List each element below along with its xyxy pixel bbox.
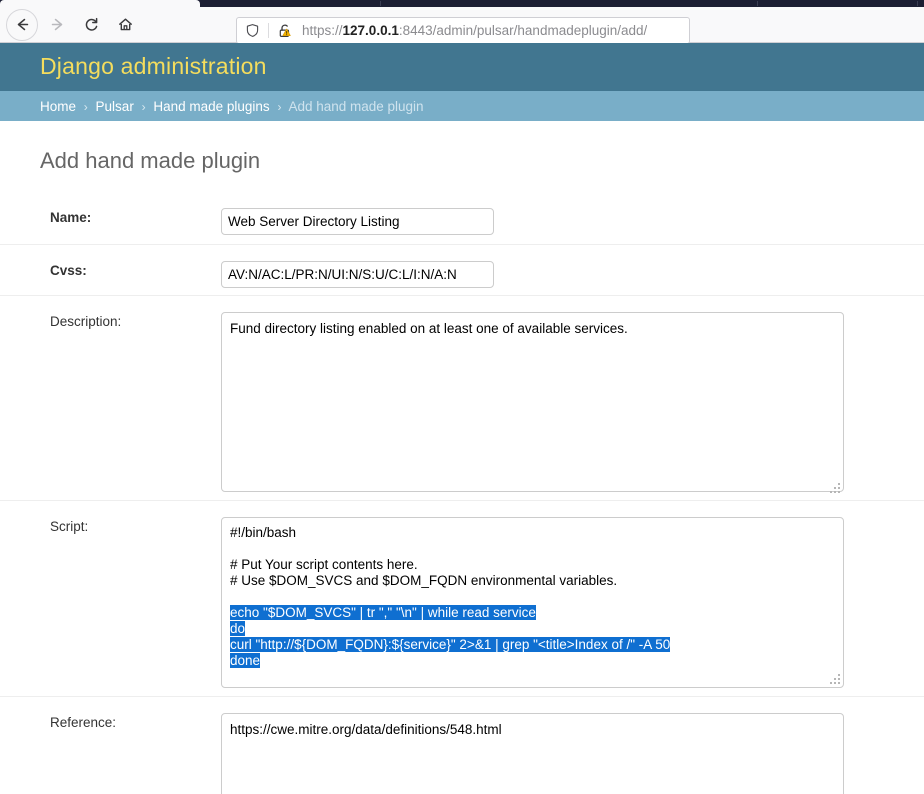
label-script: Script: (50, 519, 89, 534)
browser-tab-strip[interactable] (0, 0, 924, 7)
breadcrumb-item-hand-made-plugins[interactable]: Hand made plugins (153, 99, 269, 114)
label-reference: Reference: (50, 715, 117, 730)
script-line: # Put Your script contents here. (230, 557, 418, 572)
form-row-description: Description: Fund directory listing enab… (0, 295, 924, 500)
form-row-cvss: Cvss: (0, 244, 924, 295)
script-textarea-wrapper: #!/bin/bash # Put Your script contents h… (221, 517, 844, 688)
insecure-warning-lock-icon[interactable] (277, 23, 293, 39)
reload-button-icon[interactable] (76, 10, 106, 40)
selected-text: echo "$DOM_SVCS" | tr "," "\n" | while r… (230, 605, 536, 620)
script-line (230, 541, 835, 557)
script-line: do (230, 621, 835, 637)
breadcrumb-separator: › (277, 99, 282, 114)
reference-textarea[interactable]: https://cwe.mitre.org/data/definitions/5… (221, 713, 844, 794)
back-button-icon[interactable] (6, 8, 38, 41)
tracking-protection-shield-icon[interactable] (245, 23, 260, 38)
django-admin-header: Django administration (0, 43, 924, 91)
url-host: 127.0.0.1 (342, 23, 399, 38)
site-branding-title[interactable]: Django administration (40, 53, 267, 80)
browser-tab-active[interactable] (0, 0, 200, 7)
tab-separator (917, 1, 918, 6)
main-content: Add hand made plugin Name: Cvss: Descrip… (0, 121, 924, 794)
home-button-icon[interactable] (110, 10, 140, 40)
label-description: Description: (50, 314, 122, 329)
description-textarea[interactable]: Fund directory listing enabled on at lea… (221, 312, 844, 492)
url-path: :8443/admin/pulsar/handmadeplugin/add/ (398, 23, 648, 38)
browser-toolbar: https://127.0.0.1:8443/admin/pulsar/hand… (0, 7, 924, 44)
breadcrumb-item-current: Add hand made plugin (288, 98, 424, 114)
label-name: Name: (50, 210, 92, 225)
breadcrumb-separator: › (141, 99, 146, 114)
page-title: Add hand made plugin (40, 148, 261, 173)
script-line: # Use $DOM_SVCS and $DOM_FQDN environmen… (230, 573, 618, 588)
form-row-reference: Reference: https://cwe.mitre.org/data/de… (0, 696, 924, 794)
description-textarea-wrapper: Fund directory listing enabled on at lea… (221, 312, 844, 497)
selected-text: do (230, 621, 246, 636)
address-bar-url[interactable]: https://127.0.0.1:8443/admin/pulsar/hand… (302, 23, 647, 38)
hand-made-plugin-form: Name: Cvss: Description: Fund directory … (0, 192, 924, 794)
script-line: #!/bin/bash (230, 525, 297, 540)
breadcrumb-item-pulsar[interactable]: Pulsar (96, 99, 134, 114)
selected-text: done (230, 653, 261, 668)
form-row-script: Script: #!/bin/bash # Put Your script co… (0, 500, 924, 696)
address-bar-divider (268, 23, 269, 38)
breadcrumb: Home › Pulsar › Hand made plugins › Add … (0, 91, 924, 121)
reference-textarea-wrapper: https://cwe.mitre.org/data/definitions/5… (221, 713, 844, 794)
tab-separator (757, 1, 758, 6)
forward-button-icon (42, 10, 72, 40)
breadcrumb-item-home[interactable]: Home (40, 99, 76, 114)
script-line: done (230, 653, 835, 669)
script-textarea[interactable]: #!/bin/bash # Put Your script contents h… (221, 517, 844, 688)
script-line: curl "http://${DOM_FQDN}:${service}" 2>&… (230, 637, 835, 653)
script-line (230, 589, 835, 605)
breadcrumb-separator: › (83, 99, 88, 114)
form-row-name: Name: (0, 192, 924, 244)
script-line: echo "$DOM_SVCS" | tr "," "\n" | while r… (230, 605, 835, 621)
url-scheme: https:// (302, 23, 343, 38)
cvss-input[interactable] (221, 261, 494, 288)
tab-separator (380, 1, 381, 6)
address-bar[interactable]: https://127.0.0.1:8443/admin/pulsar/hand… (236, 17, 690, 44)
label-cvss: Cvss: (50, 263, 87, 278)
name-input[interactable] (221, 208, 494, 235)
browser-window: https://127.0.0.1:8443/admin/pulsar/hand… (0, 0, 924, 794)
selected-text: curl "http://${DOM_FQDN}:${service}" 2>&… (230, 637, 671, 652)
